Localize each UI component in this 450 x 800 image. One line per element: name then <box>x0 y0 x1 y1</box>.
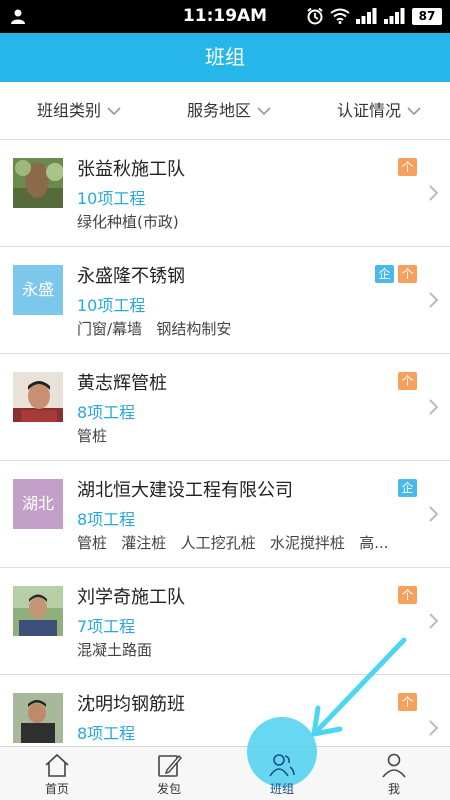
wifi-icon <box>330 8 350 24</box>
project-count: 10项工程 <box>77 189 146 208</box>
team-name: 刘学奇施工队 <box>77 587 185 608</box>
project-count: 8项工程 <box>77 403 136 422</box>
badges: 个 <box>398 372 417 390</box>
team-name: 张益秋施工队 <box>77 159 185 180</box>
individual-badge: 个 <box>398 158 417 176</box>
company-badge: 企 <box>375 265 394 283</box>
badges: 企 个 <box>375 265 417 283</box>
badges: 个 <box>398 693 417 711</box>
team-name: 黄志辉管桩 <box>77 373 167 394</box>
tab-label: 班组 <box>269 782 294 796</box>
chevron-right-icon <box>429 292 439 308</box>
badges: 个 <box>398 586 417 604</box>
tab-me[interactable]: 我 <box>349 747 439 800</box>
team-specialties: 混凝土路面 <box>77 641 153 659</box>
filter-certification[interactable]: 认证情况 <box>337 82 421 140</box>
individual-badge: 个 <box>398 265 417 283</box>
avatar <box>13 693 63 743</box>
tab-home[interactable]: 首页 <box>12 747 102 800</box>
team-specialties: 管桩 灌注桩 人工挖孔桩 水泥搅拌桩 高... <box>77 534 389 552</box>
project-count: 10项工程 <box>77 296 146 315</box>
team-name: 沈明均钢筋班 <box>77 694 185 715</box>
filter-label: 班组类别 <box>37 101 102 120</box>
signal-icon-1 <box>356 8 377 24</box>
chevron-right-icon <box>429 185 439 201</box>
tab-label: 发包 <box>156 782 181 796</box>
team-row[interactable]: 永盛 永盛隆不锈钢 10项工程 门窗/幕墙 钢结构制安 企 个 <box>0 247 450 354</box>
project-count: 8项工程 <box>77 510 136 529</box>
team-list: 张益秋施工队 10项工程 绿化种植(市政) 个 永盛 永盛隆不锈钢 10项工程 … <box>0 140 450 746</box>
filter-team-category[interactable]: 班组类别 <box>37 82 121 140</box>
person-icon <box>382 753 406 778</box>
tab-label: 首页 <box>44 782 69 796</box>
team-row[interactable]: 沈明均钢筋班 8项工程 个 <box>0 675 450 746</box>
signal-icon-2 <box>384 8 405 24</box>
chevron-down-icon <box>107 107 121 116</box>
group-icon <box>269 754 295 777</box>
status-bar: 11:19AM 87 <box>0 0 450 33</box>
avatar <box>13 586 63 636</box>
project-count: 7项工程 <box>77 617 136 636</box>
badges: 企 <box>398 479 417 497</box>
team-row[interactable]: 湖北 湖北恒大建设工程有限公司 8项工程 管桩 灌注桩 人工挖孔桩 水泥搅拌桩 … <box>0 461 450 568</box>
filter-service-area[interactable]: 服务地区 <box>187 82 271 140</box>
team-specialties: 管桩 <box>77 427 108 445</box>
team-specialties: 绿化种植(市政) <box>77 213 179 231</box>
tab-team[interactable]: 班组 <box>237 717 327 800</box>
chevron-right-icon <box>429 399 439 415</box>
individual-badge: 个 <box>398 372 417 390</box>
individual-badge: 个 <box>398 693 417 711</box>
battery-level: 87 <box>412 7 442 25</box>
page-title: 班组 <box>0 33 450 82</box>
team-row[interactable]: 黄志辉管桩 8项工程 管桩 个 <box>0 354 450 461</box>
chevron-down-icon <box>257 107 271 116</box>
avatar: 湖北 <box>13 479 63 529</box>
filter-label: 认证情况 <box>337 101 402 120</box>
home-icon <box>45 753 69 777</box>
company-badge: 企 <box>398 479 417 497</box>
tab-publish[interactable]: 发包 <box>124 747 214 800</box>
badges: 个 <box>398 158 417 176</box>
bottom-tab-bar: 首页 发包 班组 我 <box>0 717 450 800</box>
avatar: 永盛 <box>13 265 63 315</box>
status-icons: 87 <box>306 7 442 25</box>
filter-label: 服务地区 <box>187 101 252 120</box>
chevron-right-icon <box>429 506 439 522</box>
avatar <box>13 158 63 208</box>
filter-bar: 班组类别 服务地区 认证情况 <box>0 82 450 140</box>
chevron-down-icon <box>407 107 421 116</box>
project-count: 8项工程 <box>77 724 136 743</box>
edit-icon <box>158 754 182 777</box>
chevron-right-icon <box>429 720 439 736</box>
team-name: 湖北恒大建设工程有限公司 <box>77 480 293 501</box>
tab-label: 我 <box>387 782 400 796</box>
individual-badge: 个 <box>398 586 417 604</box>
chevron-right-icon <box>429 613 439 629</box>
team-row[interactable]: 刘学奇施工队 7项工程 混凝土路面 个 <box>0 568 450 675</box>
avatar <box>13 372 63 422</box>
team-name: 永盛隆不锈钢 <box>77 266 185 287</box>
alarm-icon <box>307 7 323 25</box>
team-specialties: 门窗/幕墙 钢结构制安 <box>77 320 232 338</box>
team-row[interactable]: 张益秋施工队 10项工程 绿化种植(市政) 个 <box>0 140 450 247</box>
